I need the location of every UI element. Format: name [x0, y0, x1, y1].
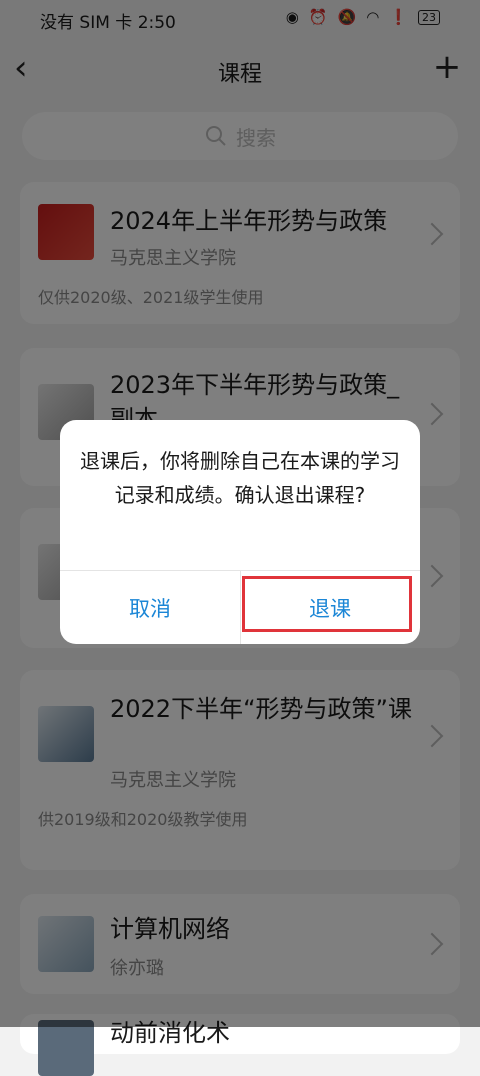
- cancel-button[interactable]: 取消: [60, 571, 240, 644]
- unenroll-dialog: 退课后，你将删除自己在本课的学习记录和成绩。确认退出课程? 取消 退课: [60, 420, 420, 644]
- course-thumbnail: [38, 1020, 94, 1076]
- highlight-box: [242, 576, 412, 632]
- dialog-message: 退课后，你将删除自己在本课的学习记录和成绩。确认退出课程?: [80, 449, 400, 507]
